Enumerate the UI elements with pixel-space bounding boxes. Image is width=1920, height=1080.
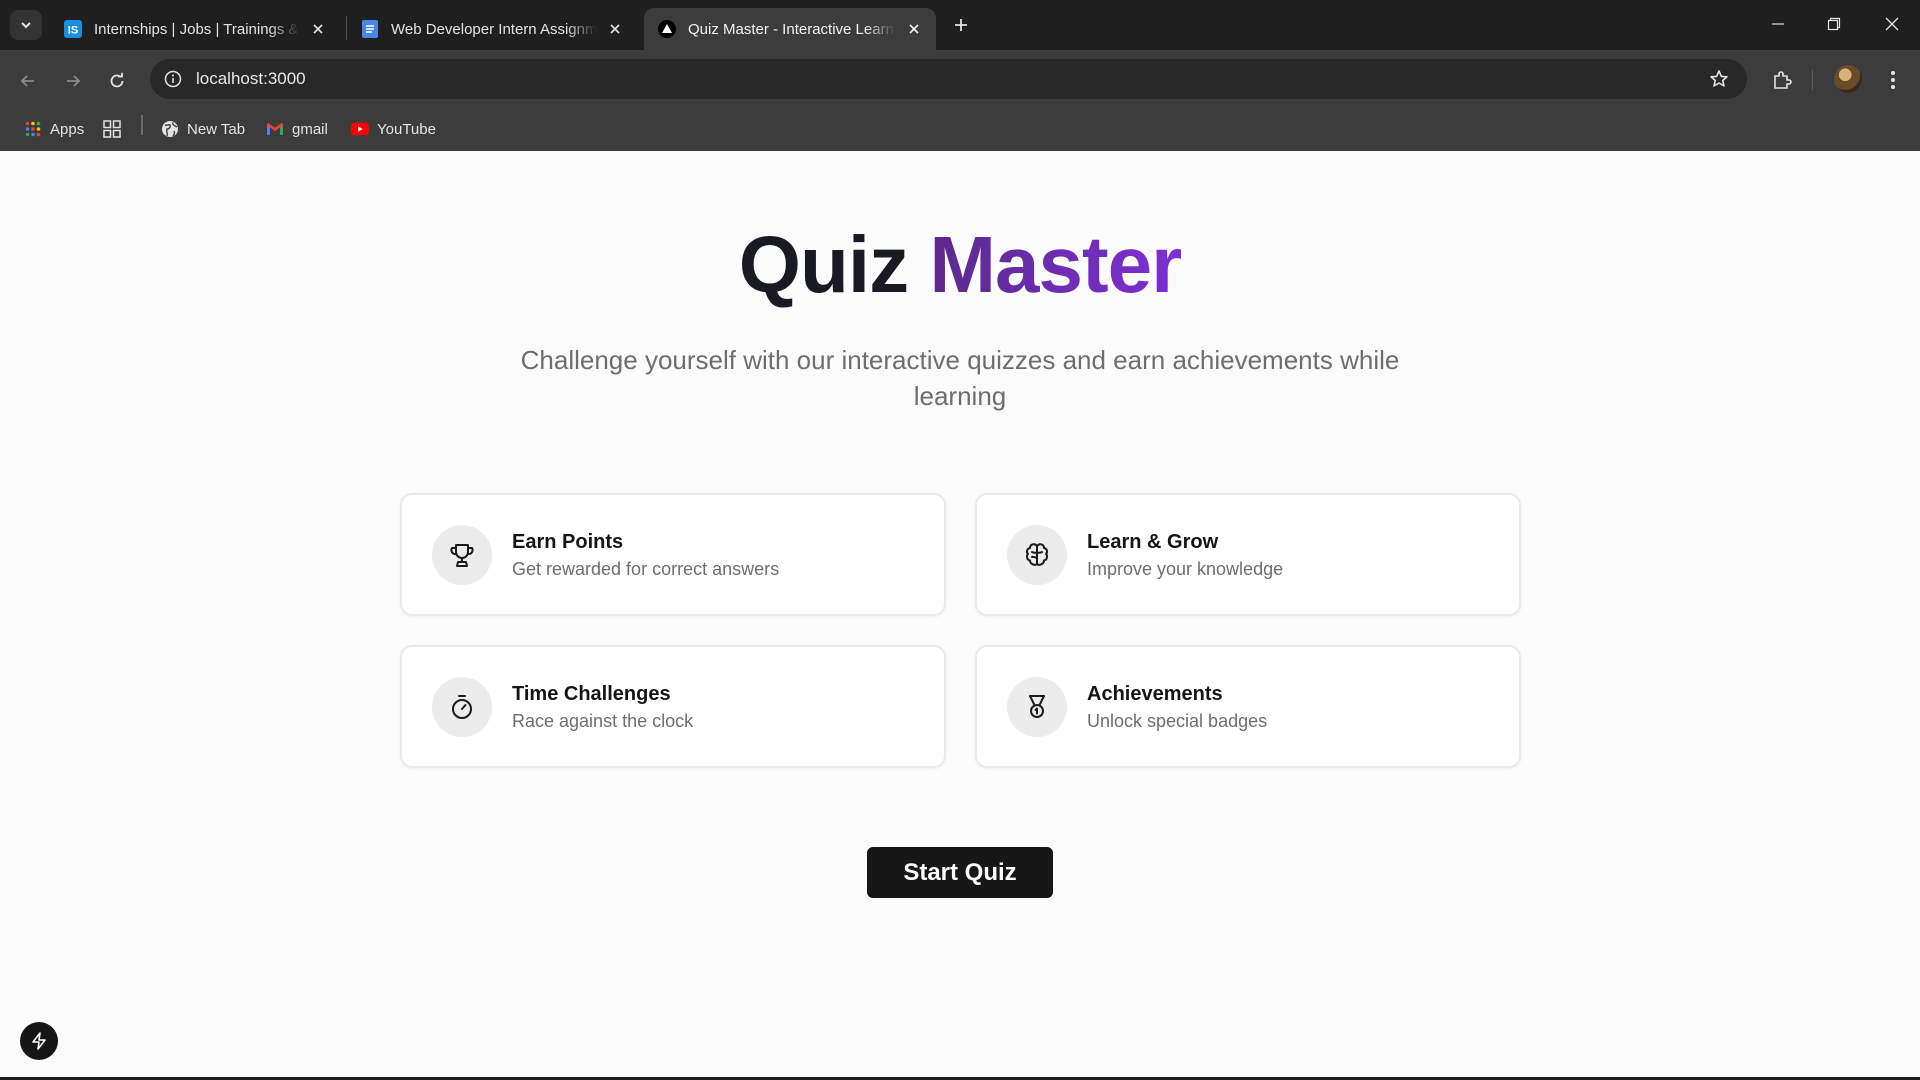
url-text[interactable]: localhost:3000: [196, 69, 306, 89]
page-subtitle: Challenge yourself with our interactive …: [520, 345, 1400, 411]
tab-search-button[interactable]: [10, 10, 42, 40]
bookmarks-separator: [141, 115, 143, 135]
tab-strip: IS Internships | Jobs | Trainings & Proj…: [0, 0, 1920, 50]
feature-title: Time Challenges: [512, 683, 671, 705]
feature-title: Achievements: [1087, 683, 1223, 705]
apps-grid-icon: [24, 120, 42, 138]
forward-button[interactable]: [56, 64, 90, 98]
gmail-icon: [266, 120, 284, 138]
timer-icon: [432, 677, 492, 737]
page-title: Quiz Master: [0, 219, 1920, 311]
kebab-menu-icon: [1891, 71, 1895, 89]
new-tab-button[interactable]: [948, 12, 974, 38]
restore-icon: [1827, 17, 1841, 31]
title-part-master: Master: [929, 220, 1182, 309]
profile-avatar[interactable]: [1834, 65, 1862, 93]
close-icon[interactable]: [605, 19, 625, 39]
feature-card-earn-points: Earn Points Get rewarded for correct ans…: [400, 493, 946, 616]
chevron-down-icon: [21, 22, 31, 29]
restore-button[interactable]: [1806, 0, 1862, 48]
reload-button[interactable]: [100, 64, 134, 98]
feature-title: Earn Points: [512, 531, 624, 553]
tab-google-docs[interactable]: Web Developer Intern Assignment: [347, 8, 637, 50]
close-icon[interactable]: [904, 19, 924, 39]
close-window-button[interactable]: [1864, 0, 1920, 48]
bookmark-star-icon[interactable]: [1707, 67, 1731, 91]
close-icon[interactable]: [308, 19, 328, 39]
brain-icon: [1007, 525, 1067, 585]
tab-internshala[interactable]: IS Internships | Jobs | Trainings & Proj…: [50, 8, 340, 50]
back-button[interactable]: [11, 64, 45, 98]
toolbar-separator: [1812, 70, 1813, 90]
globe-icon: [161, 120, 179, 138]
svg-text:IS: IS: [68, 25, 78, 37]
feature-description: Improve your knowledge: [1087, 559, 1284, 579]
nextjs-favicon: [658, 20, 676, 38]
feature-description: Get rewarded for correct answers: [512, 559, 780, 579]
youtube-icon: [351, 120, 369, 138]
bookmark-tab-groups[interactable]: [103, 115, 129, 143]
arrow-left-icon: [20, 75, 34, 87]
bookmark-label: New Tab: [187, 120, 246, 138]
arrow-right-icon: [67, 75, 81, 87]
minimize-button[interactable]: [1750, 0, 1806, 48]
menu-button[interactable]: [1877, 64, 1909, 96]
puzzle-icon: [1774, 71, 1792, 89]
feature-title: Learn & Grow: [1087, 531, 1219, 553]
extensions-button[interactable]: [1766, 64, 1798, 96]
minimize-icon: [1772, 23, 1784, 25]
bookmark-label: Apps: [50, 120, 85, 138]
tab-quiz-master[interactable]: Quiz Master - Interactive Learning: [644, 8, 936, 50]
title-part-quiz: Quiz: [738, 220, 909, 309]
bookmark-label: YouTube: [377, 120, 436, 138]
tab-title: Web Developer Intern Assignment: [391, 20, 597, 38]
address-bar[interactable]: localhost:3000: [150, 59, 1747, 99]
trophy-icon: [432, 525, 492, 585]
feature-description: Race against the clock: [512, 711, 694, 731]
feature-description: Unlock special badges: [1087, 711, 1268, 731]
internshala-favicon: IS: [64, 20, 82, 38]
bookmark-apps[interactable]: Apps: [24, 115, 84, 143]
feature-card-learn-grow: Learn & Grow Improve your knowledge: [975, 493, 1521, 616]
feature-card-achievements: Achievements Unlock special badges: [975, 645, 1521, 768]
site-info-icon[interactable]: [160, 66, 186, 92]
tab-groups-icon: [103, 120, 121, 138]
medal-icon: [1007, 677, 1067, 737]
bookmark-gmail[interactable]: gmail: [266, 115, 328, 143]
tab-title: Internships | Jobs | Trainings & Project…: [94, 20, 300, 38]
start-quiz-button[interactable]: Start Quiz: [867, 847, 1053, 898]
nextjs-dev-tools-button[interactable]: [20, 1022, 58, 1060]
bookmark-youtube[interactable]: YouTube: [351, 115, 436, 143]
bookmark-label: gmail: [292, 120, 328, 138]
reload-icon: [110, 72, 124, 88]
bookmarks-bar: Apps New Tab gmail YouTube: [0, 108, 1920, 150]
bookmark-new-tab[interactable]: New Tab: [161, 115, 245, 143]
close-icon: [1885, 17, 1899, 31]
lightning-icon: [32, 1032, 46, 1050]
google-docs-favicon: [361, 20, 379, 38]
quiz-landing-page: Quiz Master Challenge yourself with our …: [0, 151, 1920, 1077]
plus-icon: [955, 19, 967, 31]
tab-title: Quiz Master - Interactive Learning: [688, 20, 896, 38]
feature-card-time-challenges: Time Challenges Race against the clock: [400, 645, 946, 768]
